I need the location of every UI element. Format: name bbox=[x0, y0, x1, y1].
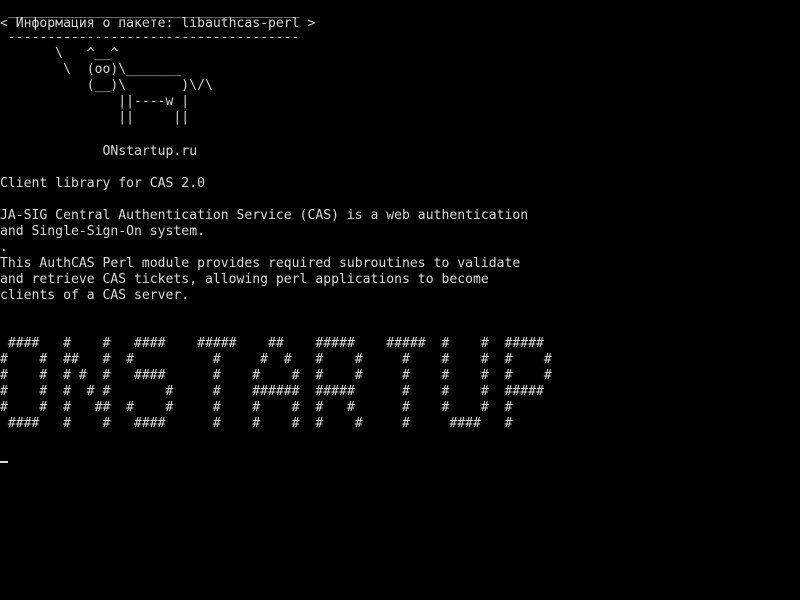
description-line: . bbox=[0, 240, 8, 255]
cow-art-line: \ (oo)\_______ bbox=[0, 62, 182, 77]
banner-line: # # ## # # # # # # # # # # # # bbox=[0, 352, 552, 367]
cow-art-line: (__)\ )\/\ bbox=[0, 78, 213, 93]
description-line: and Single-Sign-On system. bbox=[0, 224, 205, 239]
banner-line: # # # ## # # # # # # # # # # # bbox=[0, 400, 513, 415]
description-line: clients of a CAS server. bbox=[0, 288, 190, 303]
banner-line: # # # # # #### # # # # # # # # # # bbox=[0, 368, 552, 383]
cow-art-line: || || bbox=[0, 110, 190, 125]
banner-line: #### # # #### ##### ## ##### ##### # # #… bbox=[0, 336, 544, 351]
text-cursor bbox=[0, 461, 8, 463]
cow-art-line: ||----w | bbox=[0, 94, 190, 109]
cow-art-line: \ ^__^ bbox=[0, 46, 119, 61]
description-line: This AuthCAS Perl module provides requir… bbox=[0, 256, 521, 271]
description-line: JA-SIG Central Authentication Service (C… bbox=[0, 208, 529, 223]
banner-line: # # # # # # # ###### ##### # # # ##### bbox=[0, 384, 544, 399]
terminal-screen[interactable]: _____________________________________ < … bbox=[0, 0, 800, 600]
banner-line: #### # # #### # # # # # # #### # bbox=[0, 416, 513, 431]
cowsay-bottom-border: ------------------------------------- bbox=[0, 30, 300, 45]
site-label: ONstartup.ru bbox=[0, 144, 198, 159]
description-line: and retrieve CAS tickets, allowing perl … bbox=[0, 272, 489, 287]
package-summary: Client library for CAS 2.0 bbox=[0, 176, 205, 191]
